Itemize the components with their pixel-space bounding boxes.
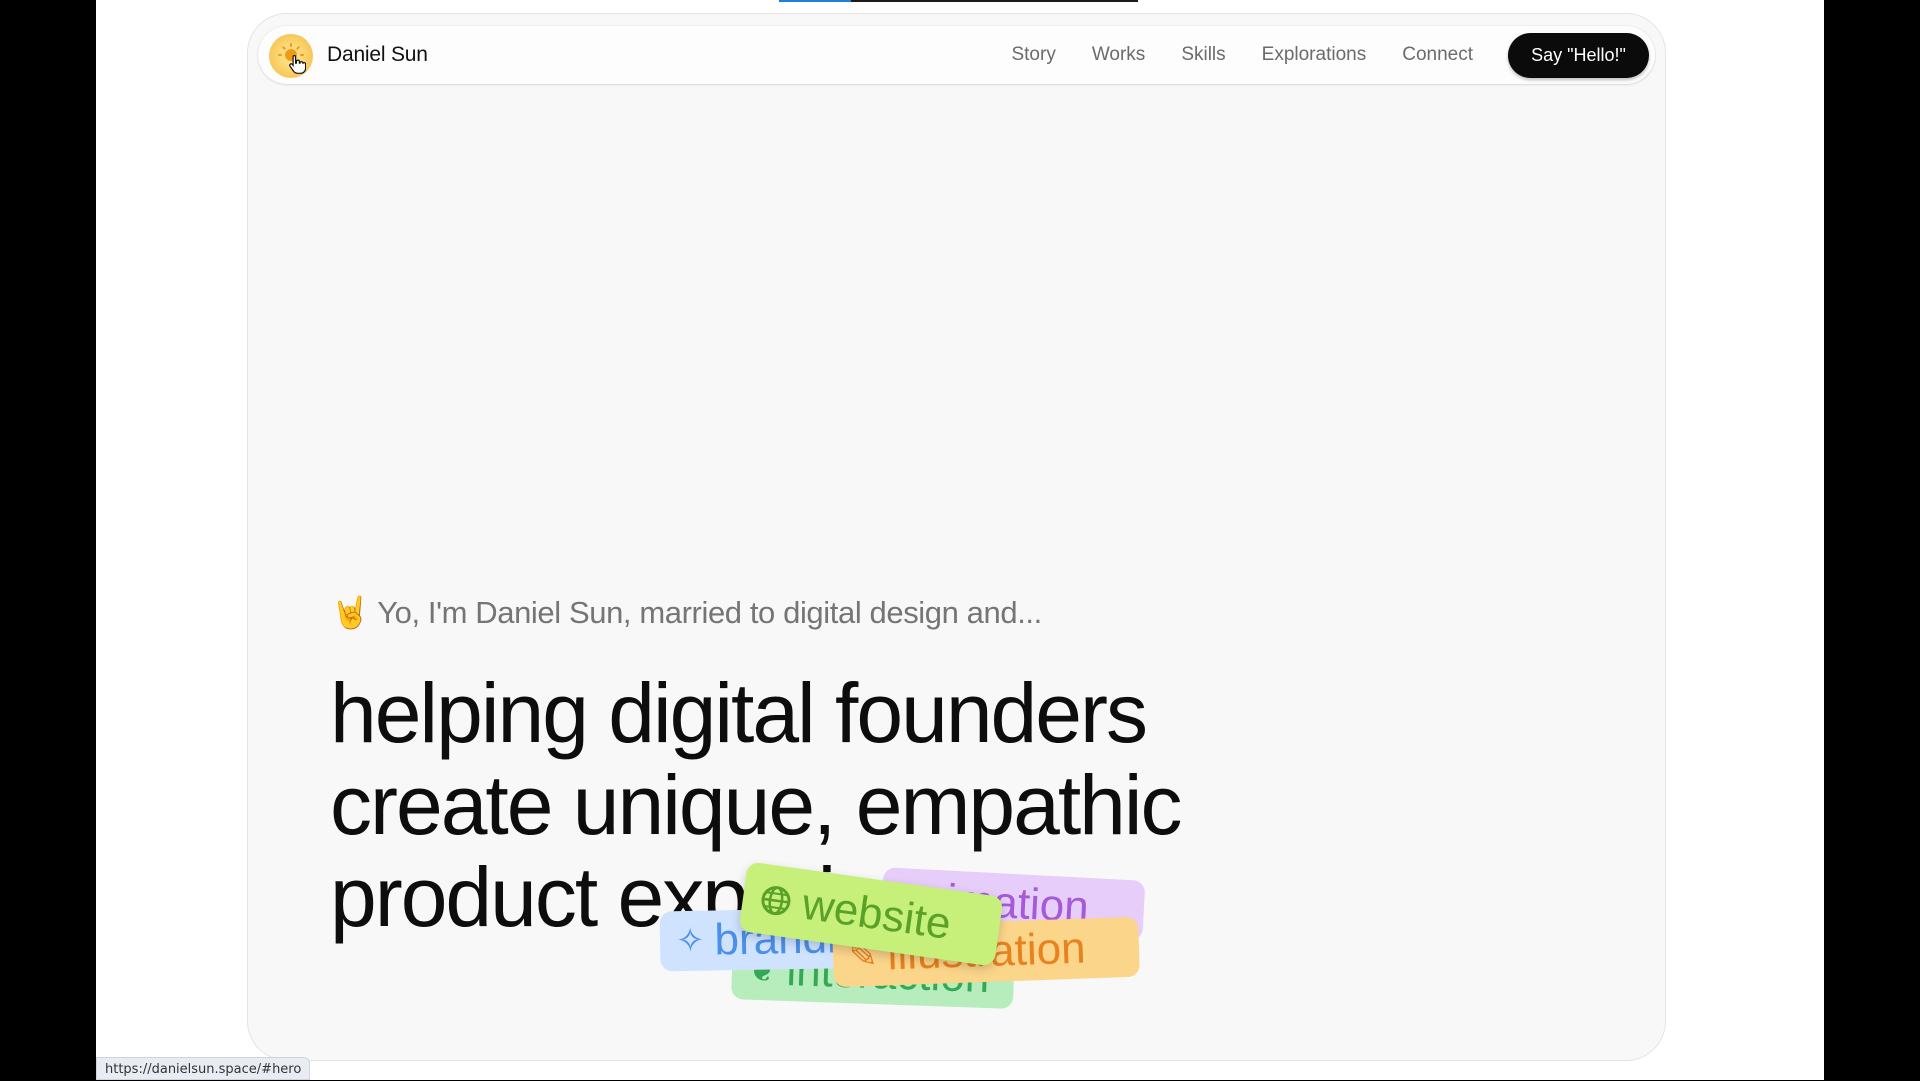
nav-works[interactable]: Works <box>1092 44 1145 66</box>
sun-ray <box>281 45 287 51</box>
rock-hand-emoji-icon: 🤘 <box>331 595 370 630</box>
headline-line: helping digital founders <box>330 666 1148 760</box>
link-status-bar: https://danielsun.space/#hero <box>96 1057 311 1080</box>
brand-name[interactable]: Daniel Sun <box>327 43 428 67</box>
logo-sun-icon[interactable] <box>269 34 313 78</box>
nav-story[interactable]: Story <box>1011 44 1055 66</box>
nav-links: Story Works Skills Explorations Connect <box>1011 26 1473 84</box>
scroll-progress-fill <box>779 0 851 2</box>
top-navbar: Daniel Sun Story Works Skills Exploratio… <box>258 26 1655 84</box>
hero-intro: 🤘 Yo, I'm Daniel Sun, married to digital … <box>331 594 1042 631</box>
sparkle-icon: ✧ <box>675 921 705 961</box>
tag-label: website <box>799 879 954 949</box>
globe-icon <box>761 886 791 916</box>
sun-ray <box>278 54 282 56</box>
headline-line: create unique, empathic <box>330 758 1183 852</box>
browser-viewport: Daniel Sun Story Works Skills Exploratio… <box>96 0 1824 1080</box>
hand-cursor-icon <box>289 54 306 74</box>
scroll-progress-bar <box>779 0 1138 2</box>
hero-card: Daniel Sun Story Works Skills Exploratio… <box>247 13 1666 1061</box>
sun-ray <box>290 43 292 47</box>
sun-ray <box>295 45 301 51</box>
intro-text: Yo, I'm Daniel Sun, married to digital d… <box>377 595 1042 630</box>
nav-explorations[interactable]: Explorations <box>1262 44 1367 66</box>
say-hello-button[interactable]: Say "Hello!" <box>1508 33 1649 78</box>
nav-connect[interactable]: Connect <box>1402 44 1473 66</box>
nav-skills[interactable]: Skills <box>1181 44 1225 66</box>
